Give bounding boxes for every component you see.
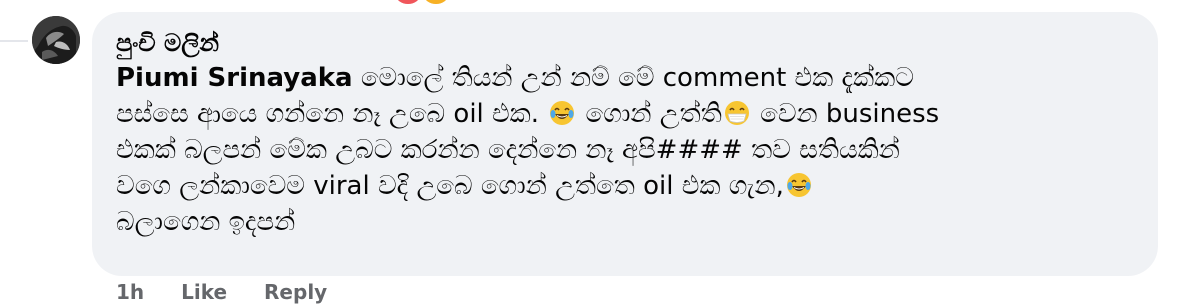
reaction-icon [424,0,448,4]
comment-text: ගොන් උත්ති [577,99,722,129]
reaction-icon [396,0,420,4]
comment-text: බලාගෙන ඉදපන් [116,207,296,237]
face-with-tears-of-joy-icon [786,172,812,198]
comment-line: වගෙ ලන්කාවෙම viral වදි උබෙ ගොන් උත්තෙ oi… [116,168,1134,204]
comment-timestamp[interactable]: 1h [116,280,144,304]
comment-line: බලාගෙන ඉදපන් [116,204,1134,240]
comment-text: එකක් බලපන් මේක උබට කරන්න දෙන්නෙ නෑ අපි##… [116,135,900,165]
comment-thread: පුංචි මලින් Piumi Srinayaka මොලේ තියන් උ… [0,0,1180,304]
comment-line: එකක් බලපන් මේක උබට කරන්න දෙන්නෙ නෑ අපි##… [116,132,1134,168]
comment-actions: 1h Like Reply [116,280,357,304]
comment-text: මොලේ තියන් උන් නම් මේ comment එක දැක්කට [360,63,914,93]
avatar[interactable] [32,16,80,64]
comment-text: වගෙ ලන්කාවෙම viral වදි උබෙ ගොන් උත්තෙ oi… [116,171,784,201]
comment-line: පස්සෙ ආයෙ ගන්නෙ නෑ උබෙ oil එක. ගොන් උත්ත… [116,96,1134,132]
comment-author[interactable]: පුංචි මලින් [116,26,1134,60]
comment-text: පස්සෙ ආයෙ ගන්නෙ නෑ උබෙ oil එක. [116,99,548,129]
thread-connector [0,40,28,42]
user-mention[interactable]: Piumi Srinayaka [116,63,353,93]
like-button[interactable]: Like [181,280,227,304]
comment-line: Piumi Srinayaka මොලේ තියන් උන් නම් මේ co… [116,60,1134,96]
comment-bubble: පුංචි මලින් Piumi Srinayaka මොලේ තියන් උ… [92,12,1158,276]
reply-button[interactable]: Reply [264,280,327,304]
face-with-tears-of-joy-icon [549,100,575,126]
comment-text: වෙන business [751,99,940,129]
comment-body: Piumi Srinayaka මොලේ තියන් උන් නම් මේ co… [116,60,1134,240]
face-with-medical-mask-icon [724,100,750,126]
avatar-image [32,16,80,64]
